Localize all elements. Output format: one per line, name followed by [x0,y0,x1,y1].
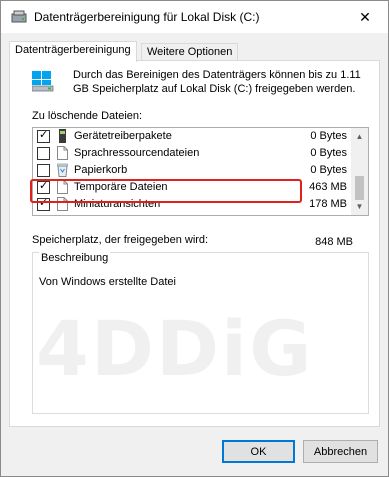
item-size: 463 MB [309,181,347,193]
item-size: 0 Bytes [310,130,347,142]
description-group: Beschreibung Von Windows erstellte Datei [32,252,369,414]
drive-icon [31,70,54,92]
close-button[interactable]: ✕ [342,1,388,33]
highlight-box [30,179,302,203]
close-icon: ✕ [359,8,371,25]
space-freed-label: Speicherplatz, der freigegeben wird: [32,234,209,246]
list-item-language-resources[interactable]: Sprachressourcendateien 0 Bytes [33,145,351,162]
disk-cleanup-icon [11,10,27,24]
tab-panel: Durch das Bereinigen des Datenträgers kö… [9,60,380,427]
tab-label: Weitere Optionen [147,46,233,58]
recycle-bin-icon [57,163,68,177]
tab-disk-cleanup[interactable]: Datenträgerbereinigung [9,41,137,62]
intro-text: Durch das Bereinigen des Datenträgers kö… [73,69,361,95]
title-bar: Datenträgerbereinigung für Lokal Disk (C… [1,1,388,33]
description-text: Von Windows erstellte Datei [39,276,176,288]
disk-cleanup-dialog: Datenträgerbereinigung für Lokal Disk (C… [0,0,389,477]
item-name: Gerätetreiberpakete [74,130,172,142]
scroll-up-arrow-icon[interactable]: ▲ [351,128,368,145]
ok-button[interactable]: OK [222,440,295,463]
item-size: 0 Bytes [310,164,347,176]
scrollbar-thumb[interactable] [355,176,364,200]
item-name: Papierkorb [74,164,128,176]
cancel-label: Abbrechen [313,445,368,458]
checkbox[interactable]: ✓ [37,129,50,143]
files-to-delete-label: Zu löschende Dateien: [32,110,143,122]
scroll-down-arrow-icon[interactable]: ▼ [351,198,368,215]
list-scrollbar[interactable]: ▲ ▼ [351,128,368,215]
list-item-recycle-bin[interactable]: Papierkorb 0 Bytes [33,162,351,179]
checkbox[interactable] [37,147,50,160]
tab-label: Datenträgerbereinigung [15,44,131,56]
checkbox[interactable] [37,164,50,177]
item-size: 0 Bytes [310,147,347,159]
window-title: Datenträgerbereinigung für Lokal Disk (C… [34,10,260,24]
ok-label: OK [250,445,267,458]
file-icon [57,146,68,160]
item-name: Sprachressourcendateien [74,147,200,159]
driver-package-icon [57,129,68,143]
space-freed-value: 848 MB [315,236,353,248]
cancel-button[interactable]: Abbrechen [303,440,378,463]
list-item-device-driver-packages[interactable]: ✓ Gerätetreiberpakete 0 Bytes [33,128,351,145]
description-title: Beschreibung [39,252,111,264]
item-size: 178 MB [309,198,347,210]
checkmark-icon: ✓ [39,129,49,141]
tab-more-options[interactable]: Weitere Optionen [141,43,239,61]
